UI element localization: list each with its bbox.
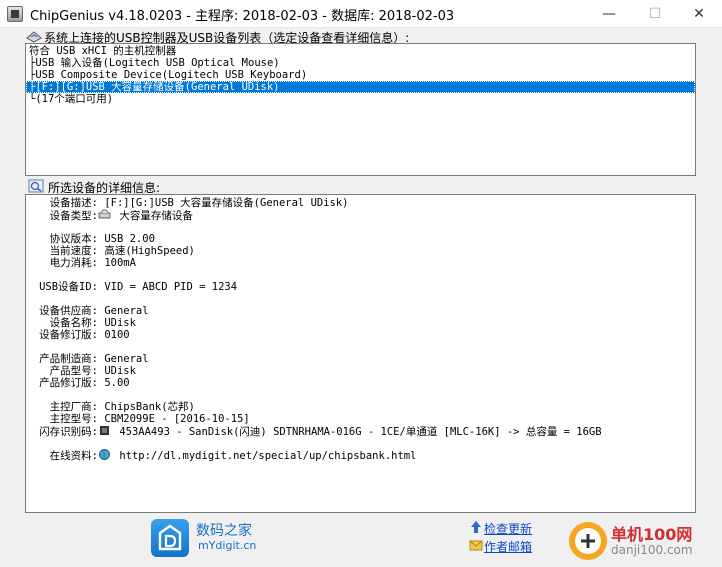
detail-row: 设备描述: [F:][G:]USB 大容量存储设备(General UDisk)	[26, 197, 349, 209]
detail-label: 当前速度:	[49, 245, 98, 257]
detail-row: 主控型号: CBM2099E - [2016-10-15]	[26, 413, 250, 425]
tree-item[interactable]: └(17个端口可用)	[29, 93, 113, 105]
detail-row: 在线资料: http://dl.mydigit.net/special/up/c…	[26, 449, 417, 462]
maximize-button[interactable]: ☐	[632, 0, 678, 28]
detail-label: 设备供应商:	[39, 305, 98, 317]
detail-row: 协议版本: USB 2.00	[26, 233, 155, 245]
detail-value: General	[98, 305, 149, 317]
detail-value-text: General	[98, 305, 149, 317]
detail-value-text: http://dl.mydigit.net/special/up/chipsba…	[113, 450, 417, 462]
detail-label: USB设备ID:	[39, 281, 98, 293]
detail-label: 主控厂商:	[49, 401, 98, 413]
detail-value-text: 大容量存储设备	[113, 210, 193, 222]
detail-row: 产品修订版: 5.00	[26, 377, 130, 389]
detail-link[interactable]: http://dl.mydigit.net/special/up/chipsba…	[98, 449, 417, 462]
detail-value: 100mA	[98, 257, 136, 269]
detail-value-text: ChipsBank(芯邦)	[98, 401, 195, 413]
detail-value: 大容量存储设备	[98, 209, 193, 222]
title-bar: ChipGenius v4.18.0203 - 主程序: 2018-02-03 …	[0, 0, 722, 28]
detail-label: 电力消耗:	[49, 257, 98, 269]
detail-label: 产品修订版:	[39, 377, 98, 389]
watermark-url: danji100.com	[611, 543, 693, 557]
watermark-logo	[569, 522, 607, 560]
details-icon	[28, 179, 44, 193]
device-tree[interactable]: 符合 USB xHCI 的主机控制器 ├USB 输入设备(Logitech USB…	[25, 43, 696, 176]
arrow-up-icon	[471, 521, 481, 533]
detail-label: 设备描述:	[49, 197, 98, 209]
detail-value: 5.00	[98, 377, 130, 389]
detail-row: 产品型号: UDisk	[26, 365, 136, 377]
detail-row: 设备名称: UDisk	[26, 317, 136, 329]
detail-value-text: UDisk	[98, 317, 136, 329]
detail-value-text: 高速(HighSpeed)	[98, 245, 195, 257]
detail-row: 设备修订版: 0100	[26, 329, 130, 341]
detail-label: 闪存识别码:	[39, 426, 98, 438]
detail-row: 设备类型: 大容量存储设备	[26, 209, 193, 222]
detail-label: 设备修订版:	[39, 329, 98, 341]
detail-value-text: 453AA493 - SanDisk(闪迪) SDTNRHAMA-016G - …	[113, 426, 602, 438]
detail-value-text: 5.00	[98, 377, 130, 389]
tree-item[interactable]: ├USB Composite Device(Logitech USB Keybo…	[29, 69, 307, 81]
tree-item[interactable]: ├USB 输入设备(Logitech USB Optical Mouse)	[29, 57, 280, 69]
drive-icon	[98, 209, 113, 222]
detail-label: 产品型号:	[49, 365, 98, 377]
details-panel[interactable]: 设备描述: [F:][G:]USB 大容量存储设备(General UDisk)…	[25, 194, 696, 513]
usb-list-icon	[26, 31, 42, 43]
watermark-text: 单机100网	[611, 525, 693, 544]
detail-value-text: General	[98, 353, 149, 365]
detail-value: 453AA493 - SanDisk(闪迪) SDTNRHAMA-016G - …	[98, 426, 602, 438]
detail-value: USB 2.00	[98, 233, 155, 245]
detail-label: 设备类型:	[49, 210, 98, 222]
detail-value-text: CBM2099E - [2016-10-15]	[98, 413, 250, 425]
detail-value-text: 0100	[98, 329, 130, 341]
detail-label: 主控型号:	[49, 413, 98, 425]
detail-value: General	[98, 353, 149, 365]
mydigit-logo[interactable]	[151, 519, 189, 557]
detail-row: 闪存识别码: 453AA493 - SanDisk(闪迪) SDTNRHAMA-…	[26, 425, 602, 438]
detail-row: 主控厂商: ChipsBank(芯邦)	[26, 401, 195, 413]
check-update-link[interactable]: 检查更新	[484, 520, 532, 537]
detail-value: CBM2099E - [2016-10-15]	[98, 413, 250, 425]
detail-value: ChipsBank(芯邦)	[98, 401, 195, 413]
detail-value-text: UDisk	[98, 365, 136, 377]
mail-icon	[469, 540, 483, 551]
detail-value-text: USB 2.00	[98, 233, 155, 245]
detail-value-text: 100mA	[98, 257, 136, 269]
globe-icon	[98, 449, 113, 462]
app-icon	[7, 6, 23, 22]
brand-name-en[interactable]: mYdigit.cn	[198, 539, 256, 552]
tree-item-controller[interactable]: 符合 USB xHCI 的主机控制器	[29, 45, 176, 57]
detail-value-text: VID = ABCD PID = 1234	[98, 281, 238, 293]
close-button[interactable]: ✕	[676, 0, 722, 28]
detail-value-text: [F:][G:]USB 大容量存储设备(General UDisk)	[98, 197, 349, 209]
detail-label: 产品制造商:	[39, 353, 98, 365]
detail-value: [F:][G:]USB 大容量存储设备(General UDisk)	[98, 197, 349, 209]
detail-row: 当前速度: 高速(HighSpeed)	[26, 245, 195, 257]
detail-label: 设备名称:	[49, 317, 98, 329]
detail-row: 电力消耗: 100mA	[26, 257, 136, 269]
detail-label: 在线资料:	[49, 450, 98, 462]
detail-value: 高速(HighSpeed)	[98, 245, 195, 257]
detail-row: 产品制造商: General	[26, 353, 149, 365]
detail-row: USB设备ID: VID = ABCD PID = 1234	[26, 281, 237, 293]
tree-item[interactable]: ├[F:][G:]USB 大容量存储设备(General UDisk)	[26, 81, 695, 93]
detail-value: VID = ABCD PID = 1234	[98, 281, 237, 293]
chip-icon	[98, 426, 113, 438]
detail-value: UDisk	[98, 365, 136, 377]
window-title: ChipGenius v4.18.0203 - 主程序: 2018-02-03 …	[30, 9, 455, 24]
brand-name-cn[interactable]: 数码之家	[196, 520, 252, 540]
detail-value: UDisk	[98, 317, 136, 329]
author-mail-link[interactable]: 作者邮箱	[484, 538, 532, 555]
minimize-button[interactable]: —	[586, 0, 632, 28]
detail-row: 设备供应商: General	[26, 305, 149, 317]
detail-value: 0100	[98, 329, 130, 341]
detail-label: 协议版本:	[49, 233, 98, 245]
